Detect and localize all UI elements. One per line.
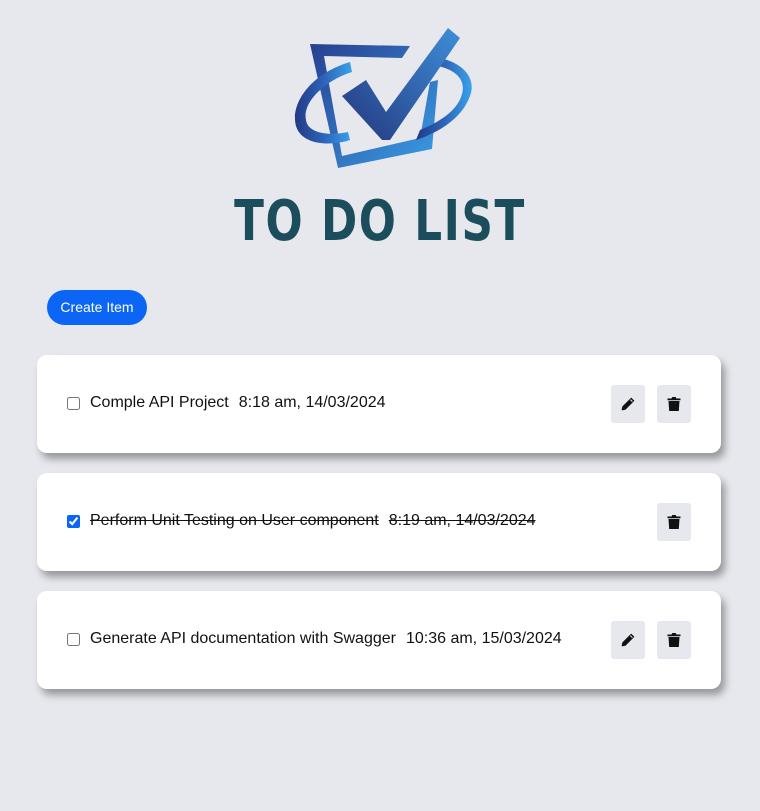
edit-icon xyxy=(621,397,635,411)
todo-item: Perform Unit Testing on User component 8:… xyxy=(37,473,721,571)
todo-checkbox[interactable] xyxy=(67,515,80,528)
trash-icon xyxy=(667,515,681,529)
todo-title: Comple API Project xyxy=(90,394,229,411)
todo-title: Perform Unit Testing on User component xyxy=(90,512,379,529)
trash-icon xyxy=(667,397,681,411)
checkbox-check-logo-icon xyxy=(294,28,472,168)
todo-text: Comple API Project 8:18 am, 14/03/2024 xyxy=(90,393,386,413)
app-logo xyxy=(290,24,480,174)
todo-checkbox[interactable] xyxy=(67,397,80,410)
trash-icon xyxy=(667,633,681,647)
todo-text: Generate API documentation with Swagger 1… xyxy=(90,629,562,649)
todo-item: Generate API documentation with Swagger 1… xyxy=(37,591,721,689)
delete-button[interactable] xyxy=(657,621,691,659)
todo-item: Comple API Project 8:18 am, 14/03/2024 xyxy=(37,355,721,453)
edit-button[interactable] xyxy=(611,621,645,659)
todo-checkbox[interactable] xyxy=(67,633,80,646)
edit-button[interactable] xyxy=(611,385,645,423)
todo-timestamp: 8:19 am, 14/03/2024 xyxy=(388,512,536,529)
delete-button[interactable] xyxy=(657,503,691,541)
delete-button[interactable] xyxy=(657,385,691,423)
page-title: TO DO LIST xyxy=(234,189,526,254)
edit-icon xyxy=(621,633,635,647)
create-item-button[interactable]: Create Item xyxy=(47,290,147,325)
todo-timestamp: 8:18 am, 14/03/2024 xyxy=(238,394,386,411)
todo-text: Perform Unit Testing on User component 8:… xyxy=(90,511,536,531)
todo-title: Generate API documentation with Swagger xyxy=(90,630,396,647)
todo-timestamp: 10:36 am, 15/03/2024 xyxy=(405,630,562,647)
todo-list: Comple API Project 8:18 am, 14/03/2024 Pe… xyxy=(37,355,721,709)
